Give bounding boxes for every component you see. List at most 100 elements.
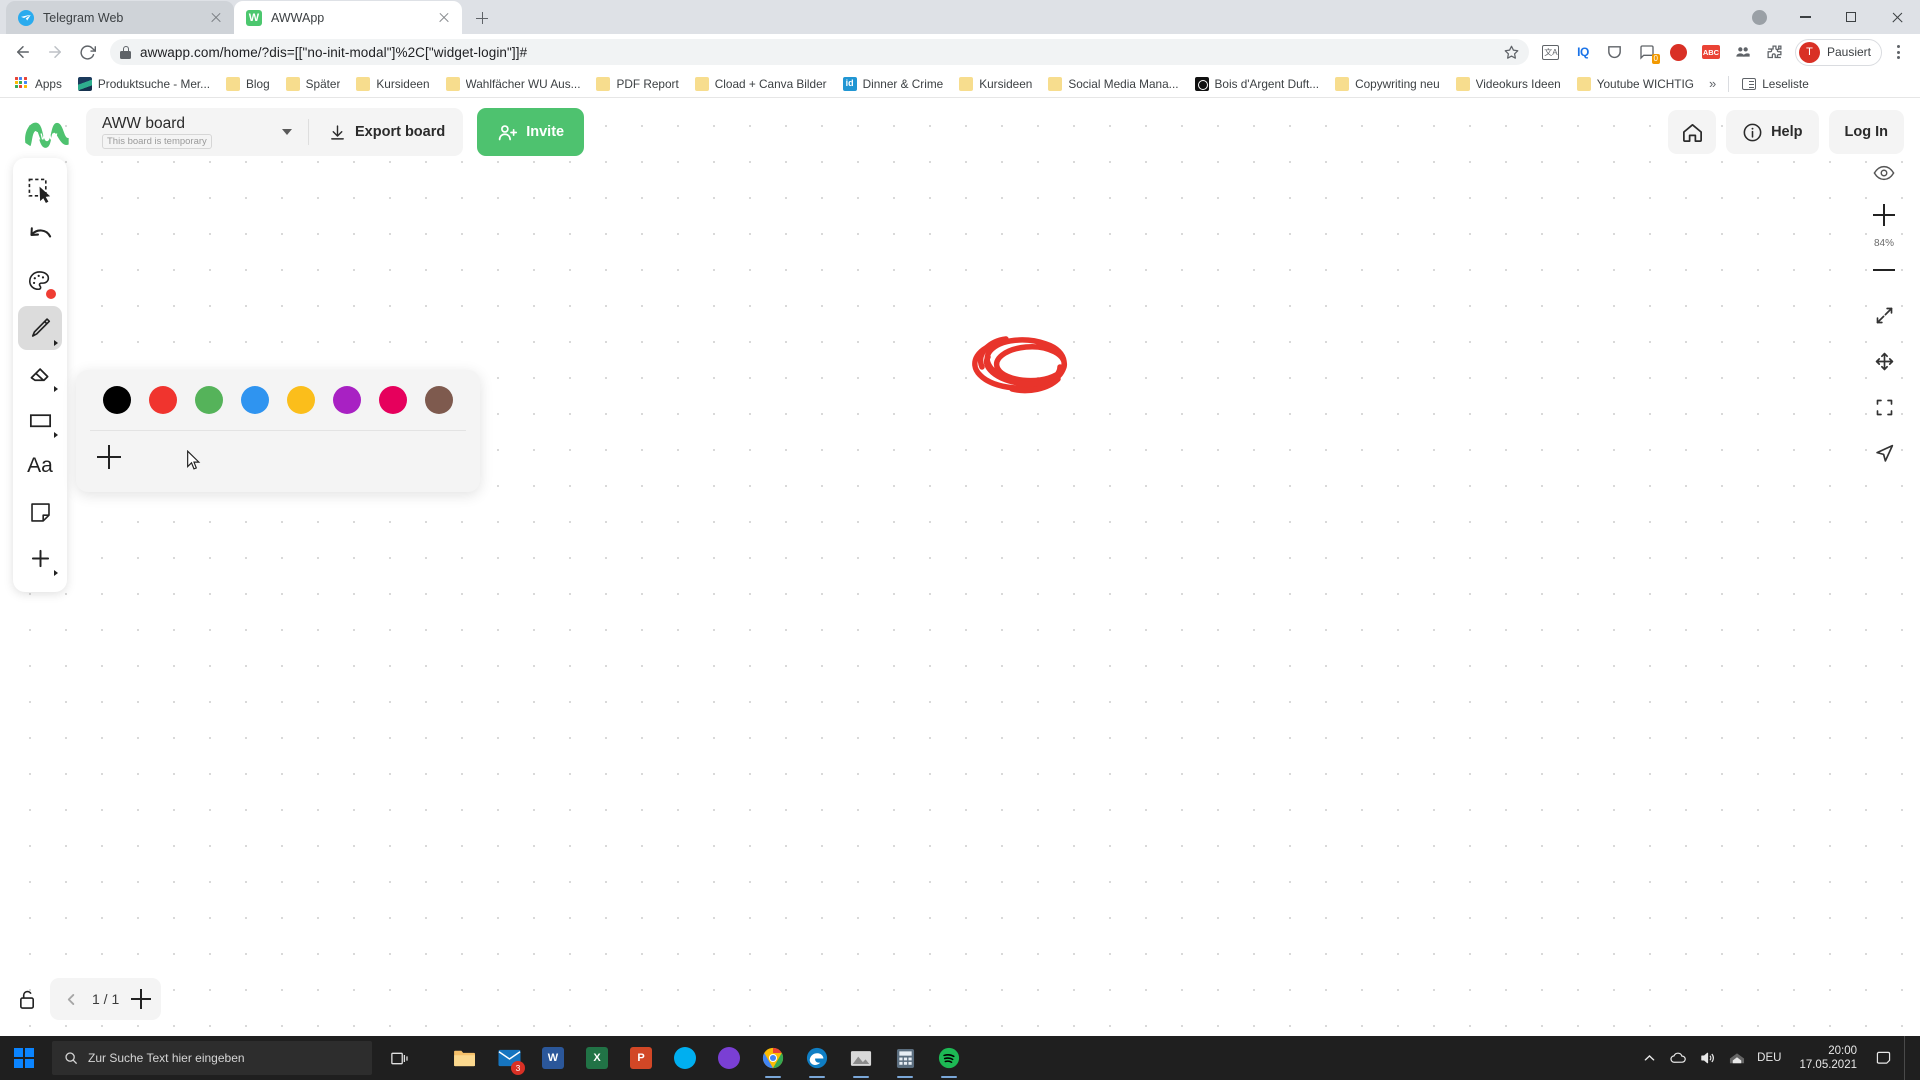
taskbar-edge[interactable]	[796, 1036, 838, 1080]
previous-page-button[interactable]	[60, 984, 82, 1014]
taskbar-skype[interactable]	[664, 1036, 706, 1080]
add-page-button[interactable]	[131, 989, 152, 1009]
task-view-button[interactable]	[378, 1036, 422, 1080]
extension-status-icon[interactable]	[1736, 0, 1782, 34]
bookmark-spaeter[interactable]: Später	[279, 74, 348, 94]
taskbar-calculator[interactable]	[884, 1036, 926, 1080]
tab-awwapp[interactable]: W AWWApp	[234, 1, 462, 34]
network-icon[interactable]	[1728, 1050, 1745, 1067]
visibility-button[interactable]	[1864, 156, 1904, 190]
taskbar-chrome[interactable]	[752, 1036, 794, 1080]
bookmark-kursideen[interactable]: Kursideen	[349, 74, 436, 94]
note-tool[interactable]	[18, 490, 62, 534]
pan-button[interactable]	[1862, 341, 1906, 381]
color-tool[interactable]	[18, 260, 62, 304]
zoom-in-button[interactable]	[1862, 196, 1906, 234]
add-color-button[interactable]	[94, 437, 140, 477]
bookmark-youtube-wichtig[interactable]: Youtube WICHTIG	[1570, 74, 1701, 94]
address-bar[interactable]: awwapp.com/home/?dis=[["no-init-modal"]%…	[110, 39, 1529, 65]
bookmark-wahlfaecher[interactable]: Wahlfächer WU Aus...	[439, 74, 588, 94]
fit-to-screen-button[interactable]	[1862, 295, 1906, 335]
zoom-out-button[interactable]	[1862, 251, 1906, 289]
maximize-icon[interactable]	[1828, 0, 1874, 34]
abc-extension-icon[interactable]: ABC	[1697, 38, 1725, 66]
home-button[interactable]	[1668, 110, 1717, 154]
chevron-down-icon[interactable]	[282, 129, 292, 135]
close-icon[interactable]	[1874, 0, 1920, 34]
reload-button[interactable]	[72, 37, 102, 67]
three-dot-menu-icon[interactable]	[1884, 38, 1912, 66]
submenu-arrow-icon[interactable]	[54, 386, 58, 392]
close-icon[interactable]	[208, 10, 224, 26]
tab-telegram-web[interactable]: Telegram Web	[6, 1, 234, 34]
taskbar-search-input[interactable]: Zur Suche Text hier eingeben	[52, 1041, 372, 1075]
taskbar-file-explorer[interactable]	[444, 1036, 486, 1080]
taskbar-powerpoint[interactable]: P	[620, 1036, 662, 1080]
color-swatch-brown[interactable]	[425, 386, 453, 414]
shape-tool[interactable]	[18, 398, 62, 442]
show-desktop-button[interactable]	[1904, 1036, 1910, 1080]
taskbar-purple-app[interactable]	[708, 1036, 750, 1080]
forward-button[interactable]	[40, 37, 70, 67]
bookmark-social-media[interactable]: Social Media Mana...	[1041, 74, 1185, 94]
bookmark-blog[interactable]: Blog	[219, 74, 277, 94]
bookmarks-overflow-button[interactable]: »	[1703, 74, 1722, 93]
bookmark-bois-dargent[interactable]: Bois d'Argent Duft...	[1188, 74, 1327, 94]
bookmark-apps[interactable]: Apps	[8, 74, 69, 94]
navigate-button[interactable]	[1862, 433, 1906, 473]
submenu-arrow-icon[interactable]	[54, 570, 58, 576]
more-tool[interactable]	[18, 536, 62, 580]
bookmark-videokurs[interactable]: Videokurs Ideen	[1449, 74, 1568, 94]
export-board-button[interactable]: Export board	[315, 112, 459, 152]
submenu-arrow-icon[interactable]	[54, 432, 58, 438]
bookmark-produktsuche[interactable]: Produktsuche - Mer...	[71, 74, 217, 94]
two-people-extension-icon[interactable]	[1729, 38, 1757, 66]
aww-logo[interactable]: Aww	[22, 112, 72, 152]
language-indicator[interactable]: DEU	[1757, 1052, 1781, 1064]
bookmark-dinner-crime[interactable]: id Dinner & Crime	[836, 74, 951, 94]
color-swatch-black[interactable]	[103, 386, 131, 414]
minimize-icon[interactable]	[1782, 0, 1828, 34]
submenu-arrow-icon[interactable]	[54, 340, 58, 346]
board-selector[interactable]: AWW board This board is temporary	[90, 115, 302, 150]
back-button[interactable]	[8, 37, 38, 67]
taskbar-mail[interactable]: 3	[488, 1036, 530, 1080]
pocket-extension-icon[interactable]	[1601, 38, 1629, 66]
badge-extension-icon[interactable]: 0	[1633, 38, 1661, 66]
login-button[interactable]: Log In	[1828, 110, 1904, 154]
taskbar-word[interactable]: W	[532, 1036, 574, 1080]
eraser-tool[interactable]	[18, 352, 62, 396]
close-icon[interactable]	[436, 10, 452, 26]
color-swatch-red[interactable]	[149, 386, 177, 414]
notification-icon[interactable]	[1875, 1050, 1892, 1067]
reading-list-button[interactable]: Leseliste	[1735, 74, 1816, 94]
taskbar-spotify[interactable]	[928, 1036, 970, 1080]
color-swatch-yellow[interactable]	[287, 386, 315, 414]
color-swatch-green[interactable]	[195, 386, 223, 414]
select-tool[interactable]	[18, 168, 62, 212]
color-swatch-purple[interactable]	[333, 386, 361, 414]
taskbar-photos[interactable]	[840, 1036, 882, 1080]
new-tab-button[interactable]	[468, 4, 496, 32]
fullscreen-button[interactable]	[1862, 387, 1906, 427]
taskbar-excel[interactable]: X	[576, 1036, 618, 1080]
profile-button[interactable]: T Pausiert	[1794, 38, 1882, 66]
chevron-up-icon[interactable]	[1641, 1050, 1658, 1067]
puzzle-icon[interactable]	[1761, 38, 1789, 66]
bookmark-cload-canva[interactable]: Cload + Canva Bilder	[688, 74, 834, 94]
text-tool[interactable]: Aa	[18, 444, 62, 488]
invite-button[interactable]: Invite	[477, 108, 585, 156]
pen-tool[interactable]	[18, 306, 62, 350]
bookmark-copywriting[interactable]: Copywriting neu	[1328, 74, 1447, 94]
iq-extension-icon[interactable]: IQ	[1569, 38, 1597, 66]
clock[interactable]: 20:00 17.05.2021	[1793, 1044, 1863, 1073]
start-button[interactable]	[0, 1036, 48, 1080]
star-icon[interactable]	[1504, 45, 1519, 60]
help-button[interactable]: Help	[1726, 110, 1819, 154]
translate-icon[interactable]: 文A	[1537, 38, 1565, 66]
color-swatch-blue[interactable]	[241, 386, 269, 414]
speaker-icon[interactable]	[1699, 1050, 1716, 1067]
bookmark-pdf-report[interactable]: PDF Report	[589, 74, 685, 94]
bookmark-kursideen-2[interactable]: Kursideen	[952, 74, 1039, 94]
lock-board-button[interactable]	[14, 986, 40, 1012]
